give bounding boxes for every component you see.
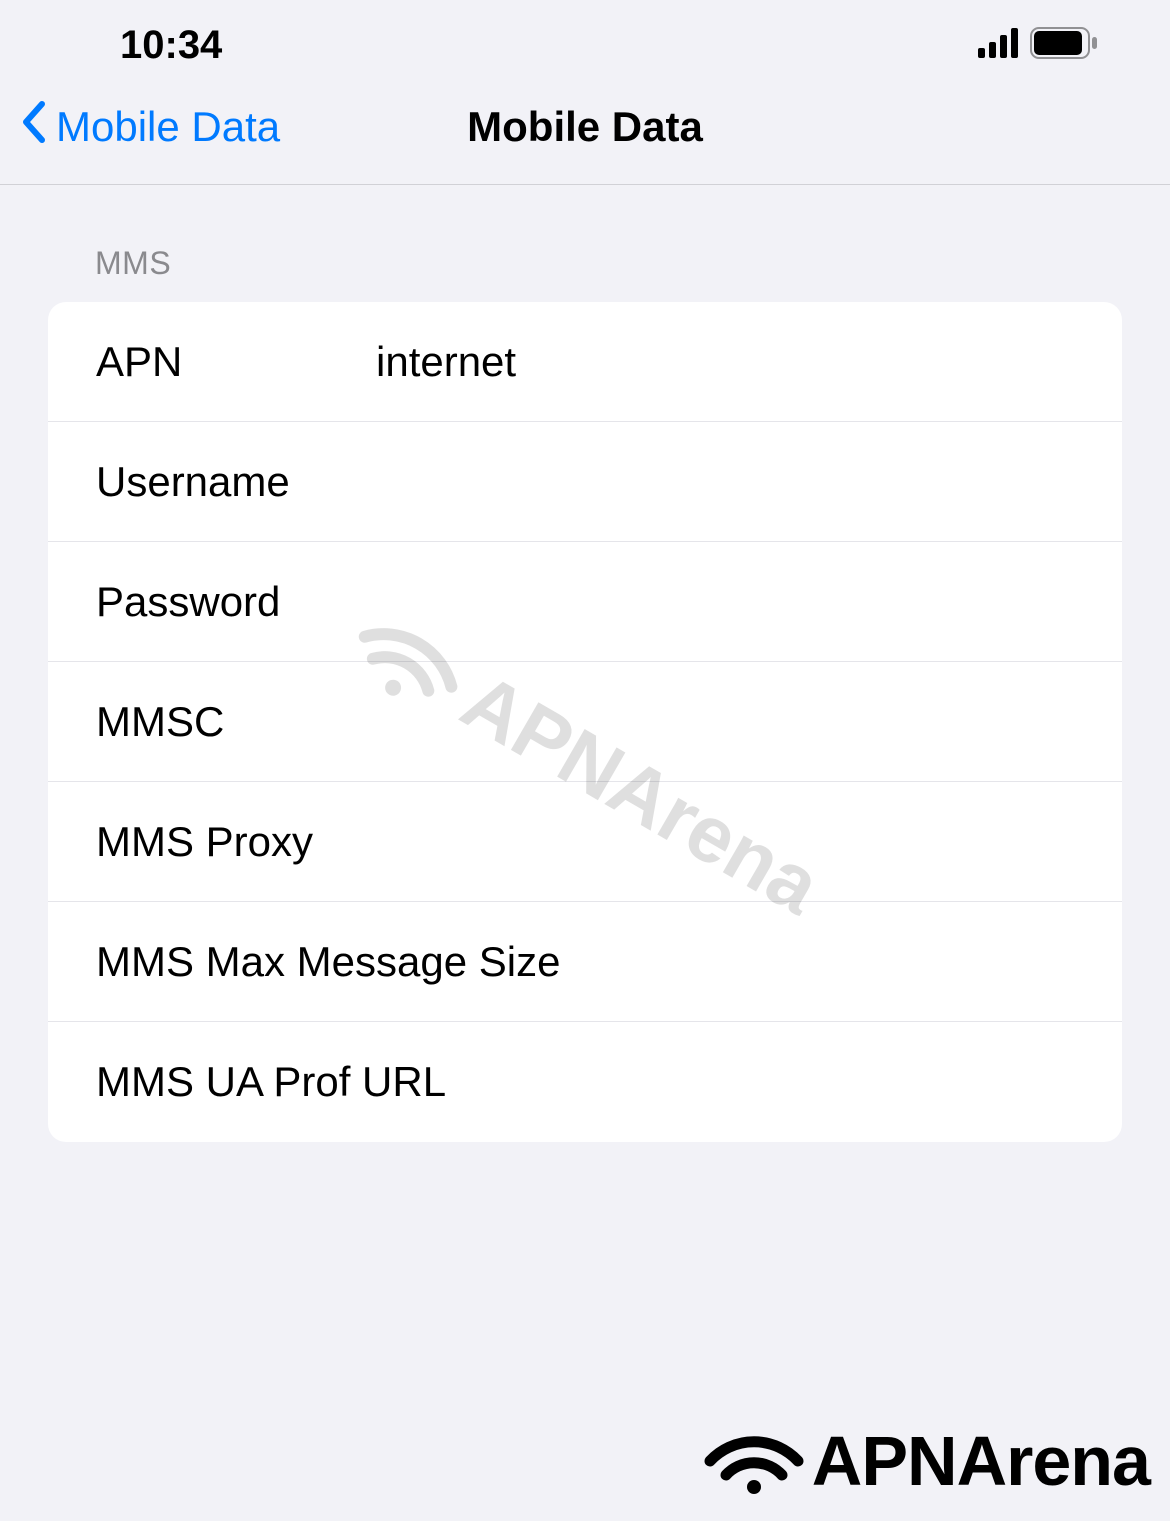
page-title: Mobile Data	[467, 103, 703, 151]
back-label: Mobile Data	[56, 103, 280, 151]
settings-row-mms-ua-prof[interactable]: MMS UA Prof URL	[48, 1022, 1122, 1142]
section-header-mms: MMS	[0, 185, 1170, 302]
battery-icon	[1030, 27, 1100, 64]
settings-label: MMS Max Message Size	[96, 938, 1122, 986]
settings-row-apn[interactable]: APN internet	[48, 302, 1122, 422]
settings-row-password[interactable]: Password	[48, 542, 1122, 662]
cellular-signal-icon	[978, 28, 1020, 63]
settings-label: Username	[96, 458, 376, 506]
back-button[interactable]: Mobile Data	[20, 100, 280, 154]
content: MMS APN internet Username Password MMSC …	[0, 185, 1170, 1142]
settings-row-mms-proxy[interactable]: MMS Proxy	[48, 782, 1122, 902]
nav-bar: Mobile Data Mobile Data	[0, 80, 1170, 185]
settings-group: APN internet Username Password MMSC MMS …	[48, 302, 1122, 1142]
status-time: 10:34	[120, 23, 222, 68]
footer-logo: APNArena	[704, 1421, 1150, 1501]
settings-label: MMS Proxy	[96, 818, 376, 866]
settings-row-mmsc[interactable]: MMSC	[48, 662, 1122, 782]
status-icons	[978, 27, 1100, 64]
settings-label: MMS UA Prof URL	[96, 1058, 1122, 1106]
chevron-left-icon	[20, 100, 48, 154]
footer-text: APNArena	[812, 1421, 1150, 1501]
settings-label: MMSC	[96, 698, 376, 746]
settings-row-mms-max-size[interactable]: MMS Max Message Size	[48, 902, 1122, 1022]
apn-field[interactable]: internet	[376, 338, 1122, 386]
status-bar: 10:34	[0, 0, 1170, 80]
settings-label: APN	[96, 338, 376, 386]
wifi-icon	[704, 1421, 804, 1501]
settings-row-username[interactable]: Username	[48, 422, 1122, 542]
settings-label: Password	[96, 578, 376, 626]
